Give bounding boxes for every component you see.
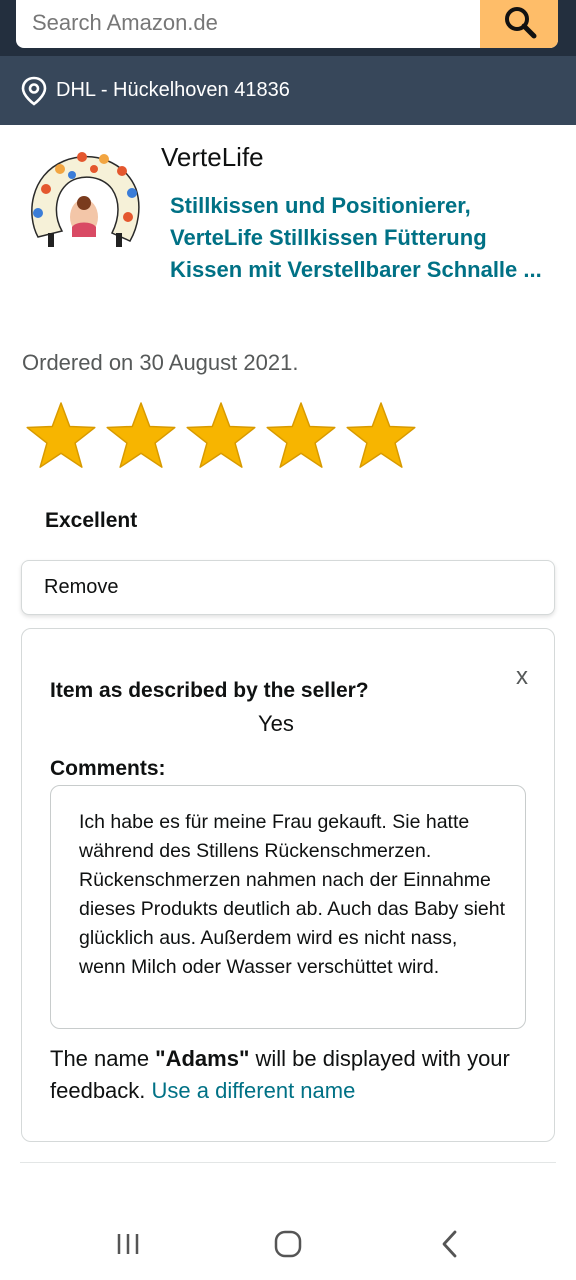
divider xyxy=(20,1162,556,1163)
star-icon[interactable] xyxy=(264,400,338,474)
star-rating[interactable] xyxy=(24,400,418,474)
question-answer: Yes xyxy=(258,711,294,736)
product-title-link[interactable]: Stillkissen und Positionierer, VerteLife… xyxy=(170,190,550,286)
search-icon xyxy=(505,7,537,39)
recent-apps-button[interactable] xyxy=(106,1222,150,1266)
back-icon xyxy=(442,1230,457,1258)
recent-apps-icon xyxy=(117,1234,139,1254)
close-icon[interactable]: x xyxy=(516,663,528,691)
remove-button[interactable]: Remove xyxy=(21,560,555,615)
star-icon[interactable] xyxy=(104,400,178,474)
home-button[interactable] xyxy=(266,1222,310,1266)
search-input[interactable] xyxy=(16,0,480,48)
display-name: "Adams" xyxy=(155,1046,250,1071)
display-name-note: The name "Adams" will be displayed with … xyxy=(50,1043,540,1107)
delivery-location-bar[interactable]: DHL - Hückelhoven 41836 xyxy=(0,56,576,125)
use-different-name-link[interactable]: Use a different name xyxy=(152,1078,356,1103)
star-icon[interactable] xyxy=(184,400,258,474)
comments-label: Comments: xyxy=(50,757,166,780)
seller-feedback-card: x Item as described by the seller? Yes C… xyxy=(21,628,555,1142)
product-brand: VerteLife xyxy=(161,142,264,172)
star-icon[interactable] xyxy=(344,400,418,474)
comment-text[interactable]: Ich habe es für meine Frau gekauft. Sie … xyxy=(50,785,526,1029)
name-note-prefix: The name xyxy=(50,1046,156,1071)
header-bar xyxy=(0,0,576,56)
star-icon[interactable] xyxy=(24,400,98,474)
question-label: Item as described by the seller? xyxy=(50,679,369,702)
product-image[interactable] xyxy=(24,145,142,255)
delivery-location-text: DHL - Hückelhoven 41836 xyxy=(56,79,290,101)
order-date: Ordered on 30 August 2021. xyxy=(22,350,299,375)
home-icon xyxy=(274,1230,302,1258)
search-button[interactable] xyxy=(480,0,558,48)
back-button[interactable] xyxy=(428,1222,472,1266)
system-nav-bar xyxy=(0,1200,576,1280)
rating-label: Excellent xyxy=(45,509,138,532)
location-pin-icon xyxy=(20,76,48,106)
search-box xyxy=(16,0,558,48)
